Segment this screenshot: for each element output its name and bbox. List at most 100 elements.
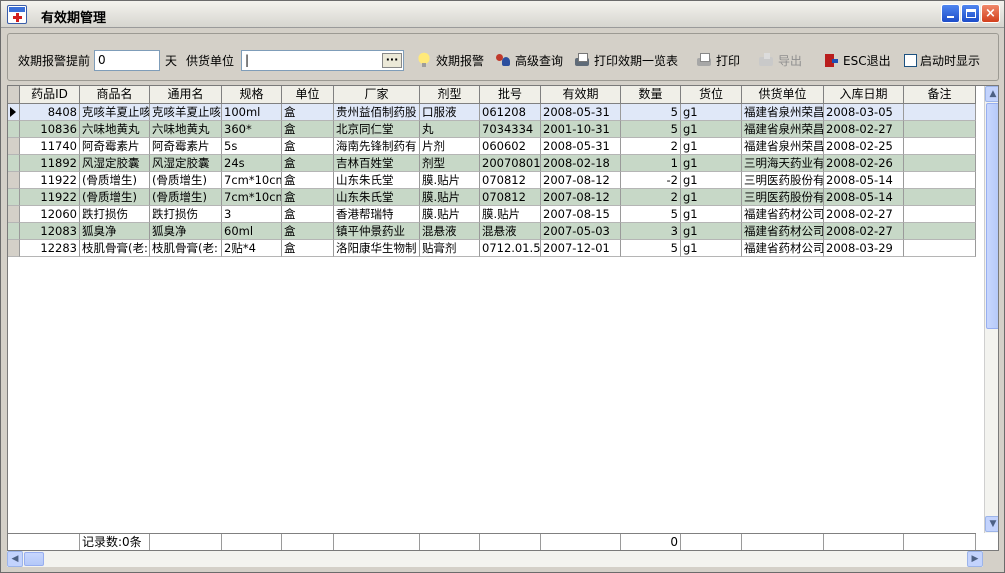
table-cell[interactable] <box>904 155 976 172</box>
table-cell[interactable]: 2007-08-12 <box>541 172 621 189</box>
table-cell[interactable]: 盒 <box>282 104 334 121</box>
table-cell[interactable]: 2 <box>621 138 681 155</box>
column-header[interactable]: 货位 <box>681 86 742 104</box>
table-cell[interactable]: 2008-02-27 <box>824 206 904 223</box>
table-cell[interactable]: 10836 <box>20 121 80 138</box>
column-header[interactable]: 入库日期 <box>824 86 904 104</box>
scroll-down-button[interactable]: ▼ <box>985 516 998 532</box>
table-cell[interactable]: 混悬液 <box>480 223 541 240</box>
table-cell[interactable]: 膜.贴片 <box>420 206 480 223</box>
table-cell[interactable] <box>904 104 976 121</box>
table-row[interactable]: 11892 风湿定胶囊 风湿定胶囊 24s 盒吉林百姓堂 剂型 20070801 2008-0… <box>8 155 976 172</box>
print-button[interactable]: 打印 <box>696 51 740 71</box>
table-cell[interactable]: 福建省药材公司 <box>742 240 824 257</box>
table-cell[interactable] <box>904 121 976 138</box>
horizontal-scrollbar[interactable]: ◀ ▶ <box>7 551 983 567</box>
table-cell[interactable]: 狐臭净 <box>80 223 150 240</box>
table-cell[interactable]: 香港帮瑞特 <box>334 206 420 223</box>
table-cell[interactable]: 7cm*10cm*3 <box>222 189 282 206</box>
column-header[interactable]: 商品名 <box>80 86 150 104</box>
table-cell[interactable]: 山东朱氏堂 <box>334 189 420 206</box>
table-cell[interactable]: 福建省泉州荣昌 <box>742 104 824 121</box>
table-cell[interactable]: 2008-02-27 <box>824 121 904 138</box>
table-cell[interactable]: 盒 <box>282 223 334 240</box>
table-cell[interactable]: 镇平仲景药业 <box>334 223 420 240</box>
table-cell[interactable]: 跌打损伤 <box>150 206 222 223</box>
table-cell[interactable] <box>904 189 976 206</box>
scroll-right-button[interactable]: ▶ <box>967 551 983 567</box>
table-cell[interactable]: 六味地黄丸 <box>150 121 222 138</box>
table-cell[interactable]: 片剂 <box>420 138 480 155</box>
table-cell[interactable]: 混悬液 <box>420 223 480 240</box>
column-header[interactable]: 药品ID <box>20 86 80 104</box>
table-cell[interactable]: 盒 <box>282 240 334 257</box>
column-header[interactable]: 通用名 <box>150 86 222 104</box>
table-cell[interactable]: 5 <box>621 104 681 121</box>
table-cell[interactable]: 60ml <box>222 223 282 240</box>
table-cell[interactable]: 盒 <box>282 121 334 138</box>
column-header[interactable]: 规格 <box>222 86 282 104</box>
table-row[interactable]: 11740 阿奇霉素片 阿奇霉素片 5s 盒海南先锋制药有 片剂 060602 2008-05… <box>8 138 976 155</box>
table-row[interactable]: 11922(骨质增生)(骨质增生)7cm*10cm*3盒山东朱氏堂膜.贴片070… <box>8 189 976 206</box>
table-cell[interactable]: 11892 <box>20 155 80 172</box>
table-cell[interactable]: 070812 <box>480 172 541 189</box>
scroll-left-button[interactable]: ◀ <box>7 551 23 567</box>
table-cell[interactable]: 福建省药材公司 <box>742 223 824 240</box>
column-header[interactable]: 数量 <box>621 86 681 104</box>
table-cell[interactable]: 24s <box>222 155 282 172</box>
supplier-browse-button[interactable]: ··· <box>382 53 402 68</box>
table-row[interactable]: 10836 六味地黄丸 六味地黄丸 360* 盒北京同仁堂丸 7034334 2001-10… <box>8 121 976 138</box>
table-cell[interactable]: 2贴*4 <box>222 240 282 257</box>
table-cell[interactable]: 12060 <box>20 206 80 223</box>
table-cell[interactable]: 枝肌骨膏(老: <box>150 240 222 257</box>
table-cell[interactable]: 膜.贴片 <box>420 189 480 206</box>
table-row[interactable]: 12083 狐臭净 狐臭净 60ml 盒镇平仲景药业 混悬液 混悬液 2007-05-03 3 g… <box>8 223 976 240</box>
table-cell[interactable]: 福建省泉州荣昌 <box>742 121 824 138</box>
table-cell[interactable]: 盒 <box>282 189 334 206</box>
table-cell[interactable]: 2008-05-14 <box>824 172 904 189</box>
table-cell[interactable]: 3 <box>621 223 681 240</box>
table-cell[interactable]: 贵州益佰制药股 <box>334 104 420 121</box>
table-cell[interactable]: 7cm*10cm*3 <box>222 172 282 189</box>
table-cell[interactable]: 风湿定胶囊 <box>150 155 222 172</box>
table-cell[interactable]: (骨质增生) <box>150 172 222 189</box>
column-header[interactable]: 有效期 <box>541 86 621 104</box>
table-cell[interactable]: 5 <box>621 121 681 138</box>
table-cell[interactable]: 5 <box>621 206 681 223</box>
table-cell[interactable]: 三明海天药业有 <box>742 155 824 172</box>
table-cell[interactable]: g1 <box>681 155 742 172</box>
table-cell[interactable]: 口服液 <box>420 104 480 121</box>
table-cell[interactable]: 风湿定胶囊 <box>80 155 150 172</box>
table-cell[interactable]: 11922 <box>20 172 80 189</box>
supplier-input[interactable]: | ··· <box>241 50 404 71</box>
close-button[interactable]: × <box>981 4 1000 23</box>
table-cell[interactable]: 吉林百姓堂 <box>334 155 420 172</box>
table-cell[interactable]: 20070801 <box>480 155 541 172</box>
table-cell[interactable]: 5 <box>621 240 681 257</box>
table-cell[interactable] <box>904 240 976 257</box>
table-cell[interactable]: 跌打损伤 <box>80 206 150 223</box>
table-cell[interactable]: 11922 <box>20 189 80 206</box>
table-cell[interactable]: 3 <box>222 206 282 223</box>
table-cell[interactable]: 盒 <box>282 172 334 189</box>
exit-button[interactable]: ESC退出 <box>823 51 891 71</box>
table-cell[interactable]: g1 <box>681 138 742 155</box>
table-cell[interactable]: 狐臭净 <box>150 223 222 240</box>
column-header[interactable]: 供货单位 <box>742 86 824 104</box>
table-cell[interactable]: 盒 <box>282 206 334 223</box>
startup-show-checkbox[interactable]: 启动时显示 <box>904 51 980 71</box>
table-cell[interactable]: 2008-02-25 <box>824 138 904 155</box>
table-cell[interactable] <box>904 172 976 189</box>
table-cell[interactable]: g1 <box>681 104 742 121</box>
table-cell[interactable]: 7034334 <box>480 121 541 138</box>
table-cell[interactable]: 11740 <box>20 138 80 155</box>
maximize-button[interactable] <box>961 4 980 23</box>
table-cell[interactable]: 2007-12-01 <box>541 240 621 257</box>
table-cell[interactable]: 2001-10-31 <box>541 121 621 138</box>
table-cell[interactable]: 膜.贴片 <box>480 206 541 223</box>
table-cell[interactable]: 盒 <box>282 155 334 172</box>
table-cell[interactable]: 2007-05-03 <box>541 223 621 240</box>
table-cell[interactable]: 六味地黄丸 <box>80 121 150 138</box>
column-header[interactable]: 单位 <box>282 86 334 104</box>
table-cell[interactable]: 阿奇霉素片 <box>150 138 222 155</box>
